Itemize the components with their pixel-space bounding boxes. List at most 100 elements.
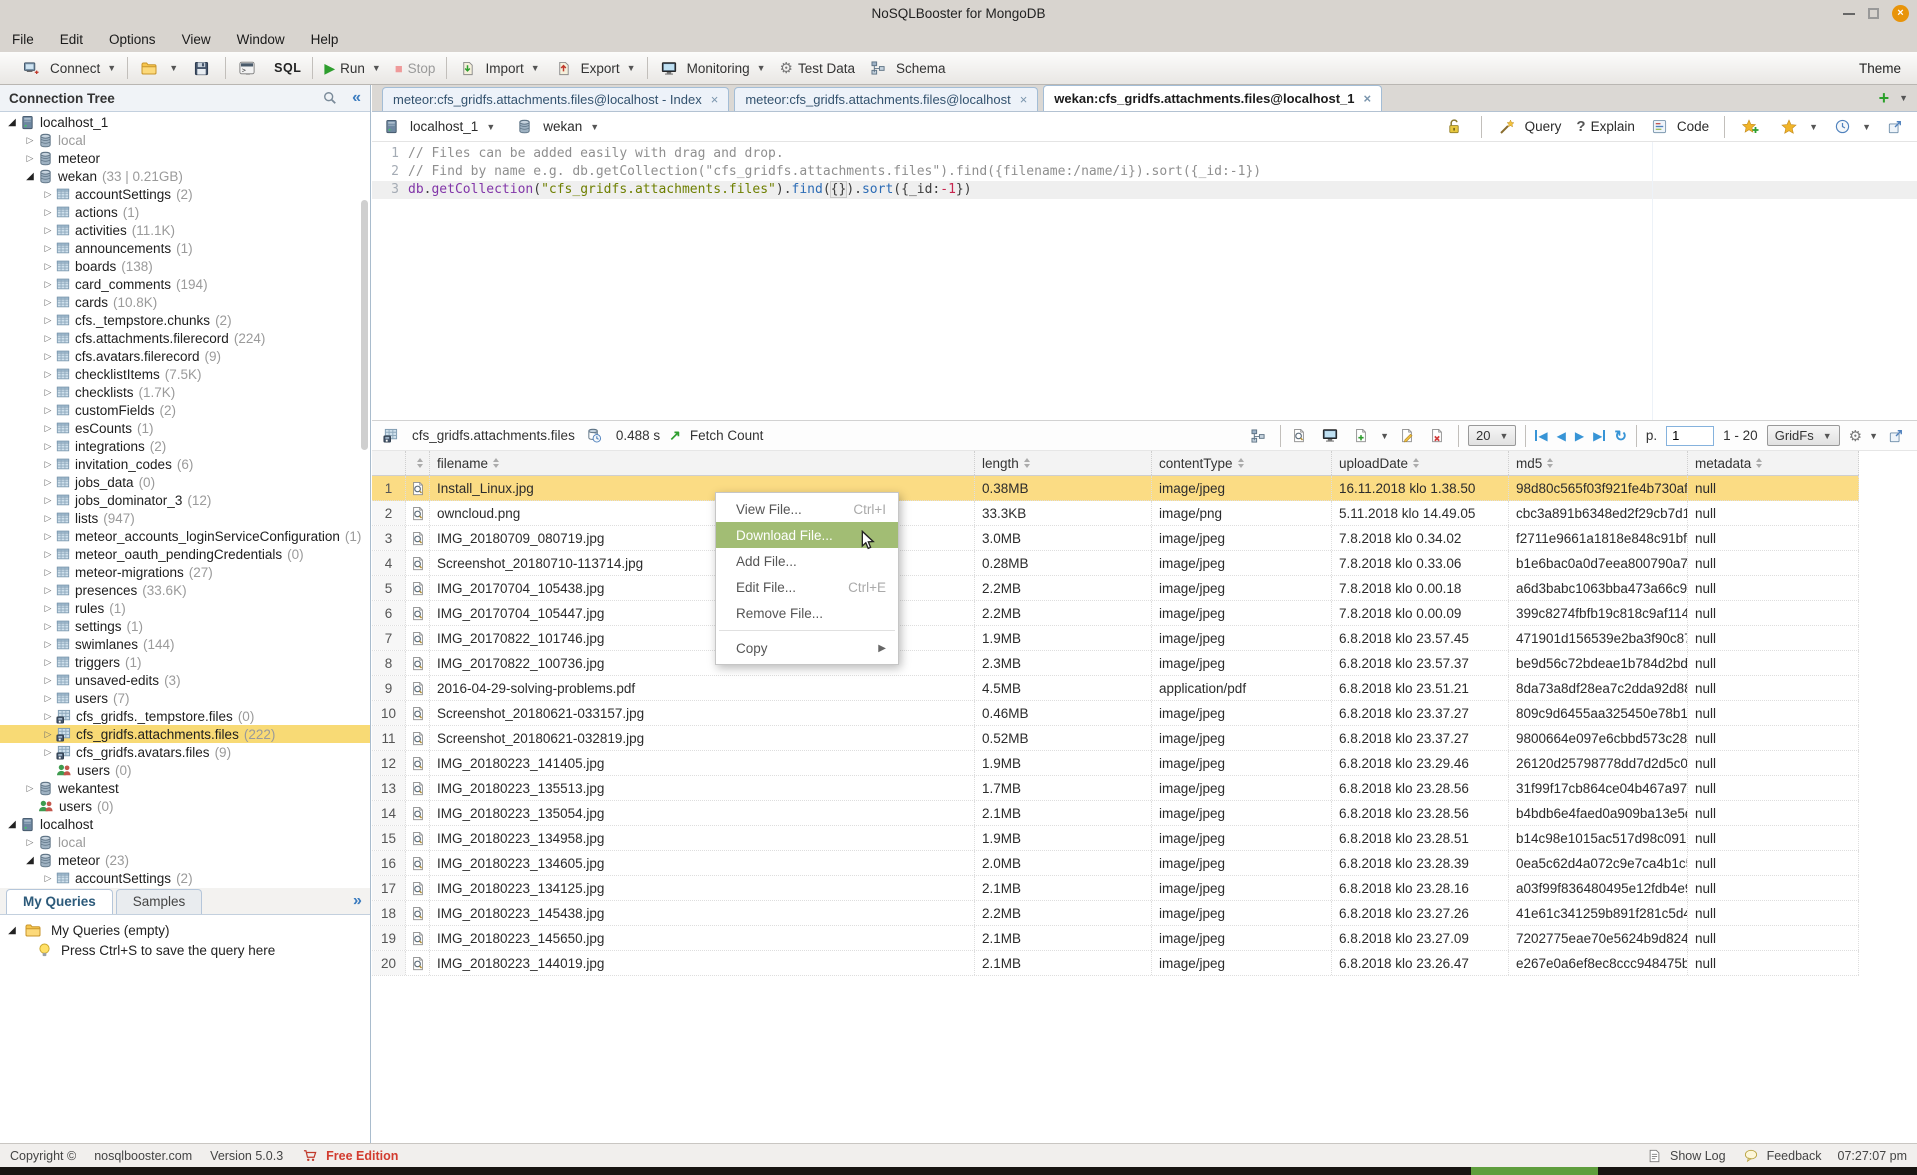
prev-page-button[interactable]: ◀ [1557, 429, 1566, 443]
row-preview-cell[interactable] [406, 601, 430, 625]
tree-item[interactable]: ▷accountSettings(2) [0, 185, 370, 203]
tree-item[interactable]: ▷meteor [0, 149, 370, 167]
tree-item[interactable]: ▷jobs_dominator_3(12) [0, 491, 370, 509]
collapsed-icon[interactable]: ▷ [42, 423, 54, 434]
expanded-icon[interactable]: ◢ [6, 819, 18, 830]
tree-item[interactable]: ▷settings(1) [0, 617, 370, 635]
menu-item-file[interactable]: File [12, 32, 34, 47]
table-row[interactable]: 7IMG_20170822_101746.jpg1.9MBimage/jpeg6… [372, 626, 1859, 651]
save-button[interactable] [192, 61, 214, 76]
collapsed-icon[interactable]: ▷ [42, 189, 54, 200]
delete-document-icon[interactable] [1430, 428, 1444, 443]
tree-item[interactable]: ▷actions(1) [0, 203, 370, 221]
collapsed-icon[interactable]: ▷ [42, 207, 54, 218]
grid-header-md5[interactable]: md5 [1509, 451, 1688, 475]
menu-item-window[interactable]: Window [237, 32, 285, 47]
tree-item[interactable]: ◢localhost_1 [0, 113, 370, 131]
table-row[interactable]: 11Screenshot_20180621-032819.jpg0.52MBim… [372, 726, 1859, 751]
tree-item[interactable]: ▷lists(947) [0, 509, 370, 527]
menu-item-help[interactable]: Help [311, 32, 339, 47]
tab-list-button[interactable]: ▼ [1899, 93, 1908, 103]
collapsed-icon[interactable]: ▷ [42, 315, 54, 326]
collapsed-icon[interactable]: ▷ [42, 405, 54, 416]
first-page-button[interactable]: ◀ [1535, 429, 1547, 443]
collapsed-icon[interactable]: ▷ [42, 261, 54, 272]
table-row[interactable]: 5IMG_20170704_105438.jpg2.2MBimage/jpeg7… [372, 576, 1859, 601]
collapsed-icon[interactable]: ▷ [42, 441, 54, 452]
row-preview-cell[interactable] [406, 851, 430, 875]
tree-item[interactable]: ◢localhost [0, 815, 370, 833]
collapsed-icon[interactable]: ▷ [42, 459, 54, 470]
tree-item[interactable]: ◢meteor(23) [0, 851, 370, 869]
run-button[interactable]: ▶Run▼ [324, 60, 380, 77]
site-link[interactable]: nosqlbooster.com [94, 1149, 192, 1163]
add-document-button[interactable]: ▼ [1352, 428, 1389, 443]
sql-button[interactable]: SQL [274, 61, 301, 75]
database-selector[interactable]: wekan [543, 119, 582, 134]
row-preview-cell[interactable] [406, 551, 430, 575]
edition-badge[interactable]: Free Edition [301, 1149, 398, 1163]
minimize-button[interactable] [1843, 13, 1855, 15]
collapsed-icon[interactable]: ▷ [42, 657, 54, 668]
close-button[interactable]: × [1892, 5, 1909, 22]
collapsed-icon[interactable]: ▷ [42, 873, 54, 884]
editor-line[interactable]: 1// Files can be added easily with drag … [372, 145, 1917, 163]
grid-header-cell[interactable] [406, 451, 430, 475]
row-preview-cell[interactable] [406, 776, 430, 800]
context-menu-item-copy[interactable]: Copy▶ [716, 635, 898, 661]
grid-header-length[interactable]: length [975, 451, 1152, 475]
row-preview-cell[interactable] [406, 626, 430, 650]
menu-item-options[interactable]: Options [109, 32, 156, 47]
shell-button[interactable]: >_ [237, 61, 260, 75]
tree-item[interactable]: ▷swimlanes(144) [0, 635, 370, 653]
tree-item[interactable]: ▷cfs_gridfs._tempstore.files(0) [0, 707, 370, 725]
tree-item[interactable]: users(0) [0, 761, 370, 779]
my-queries-root[interactable]: ◢ My Queries (empty) [0, 920, 370, 940]
table-row[interactable]: 16IMG_20180223_134605.jpg2.0MBimage/jpeg… [372, 851, 1859, 876]
tree-item[interactable]: ▷meteor_accounts_loginServiceConfigurati… [0, 527, 370, 545]
table-row[interactable]: 14IMG_20180223_135054.jpg2.1MBimage/jpeg… [372, 801, 1859, 826]
expanded-icon[interactable]: ◢ [6, 117, 18, 128]
chevron-down-icon[interactable]: ▼ [590, 122, 599, 132]
tree-item[interactable]: ▷triggers(1) [0, 653, 370, 671]
row-preview-cell[interactable] [406, 651, 430, 675]
collapsed-icon[interactable]: ▷ [42, 369, 54, 380]
fetch-count-button[interactable]: Fetch Count [690, 428, 764, 443]
page-size-select[interactable]: 20▼ [1468, 425, 1516, 446]
maximize-button[interactable] [1868, 8, 1879, 19]
row-preview-cell[interactable] [406, 826, 430, 850]
tree-item[interactable]: ◢wekan(33 | 0.21GB) [0, 167, 370, 185]
document-tab-2[interactable]: meteor:cfs_gridfs.attachments.files@loca… [734, 87, 1038, 111]
tree-item[interactable]: ▷accountSettings(2) [0, 869, 370, 887]
monitoring-button[interactable]: Monitoring▼ [659, 61, 766, 76]
table-row[interactable]: 19IMG_20180223_145650.jpg2.1MBimage/jpeg… [372, 926, 1859, 951]
row-preview-cell[interactable] [406, 801, 430, 825]
query-editor[interactable]: 1// Files can be added easily with drag … [372, 142, 1917, 420]
tree-item[interactable]: ▷jobs_data(0) [0, 473, 370, 491]
table-row[interactable]: 92016-04-29-solving-problems.pdf4.5MBapp… [372, 676, 1859, 701]
table-row[interactable]: 20IMG_20180223_144019.jpg2.1MBimage/jpeg… [372, 951, 1859, 976]
collapsed-icon[interactable]: ▷ [42, 495, 54, 506]
table-row[interactable]: 15IMG_20180223_134958.jpg1.9MBimage/jpeg… [372, 826, 1859, 851]
collapse-queries-button[interactable]: « [353, 893, 362, 909]
feedback-button[interactable]: Feedback [1742, 1149, 1822, 1163]
tree-item[interactable]: users(0) [0, 797, 370, 815]
row-preview-cell[interactable] [406, 476, 430, 500]
tree-item[interactable]: ▷meteor_oauth_pendingCredentials(0) [0, 545, 370, 563]
document-tab-1[interactable]: meteor:cfs_gridfs.attachments.files@loca… [382, 87, 729, 111]
code-button[interactable]: Code [1650, 119, 1709, 134]
collapsed-icon[interactable]: ▷ [42, 603, 54, 614]
collapsed-icon[interactable]: ▷ [42, 297, 54, 308]
expand-editor-button[interactable] [1886, 120, 1907, 134]
row-preview-cell[interactable] [406, 501, 430, 525]
collapsed-icon[interactable]: ▷ [42, 693, 54, 704]
row-preview-cell[interactable] [406, 576, 430, 600]
row-preview-cell[interactable] [406, 676, 430, 700]
table-row[interactable]: 18IMG_20180223_145438.jpg2.2MBimage/jpeg… [372, 901, 1859, 926]
table-row[interactable]: 12IMG_20180223_141405.jpg1.9MBimage/jpeg… [372, 751, 1859, 776]
tree-item[interactable]: ▷checklistItems(7.5K) [0, 365, 370, 383]
menu-item-edit[interactable]: Edit [60, 32, 83, 47]
table-row[interactable]: 3IMG_20180709_080719.jpg3.0MBimage/jpeg7… [372, 526, 1859, 551]
row-preview-cell[interactable] [406, 726, 430, 750]
collapsed-icon[interactable]: ▷ [42, 387, 54, 398]
